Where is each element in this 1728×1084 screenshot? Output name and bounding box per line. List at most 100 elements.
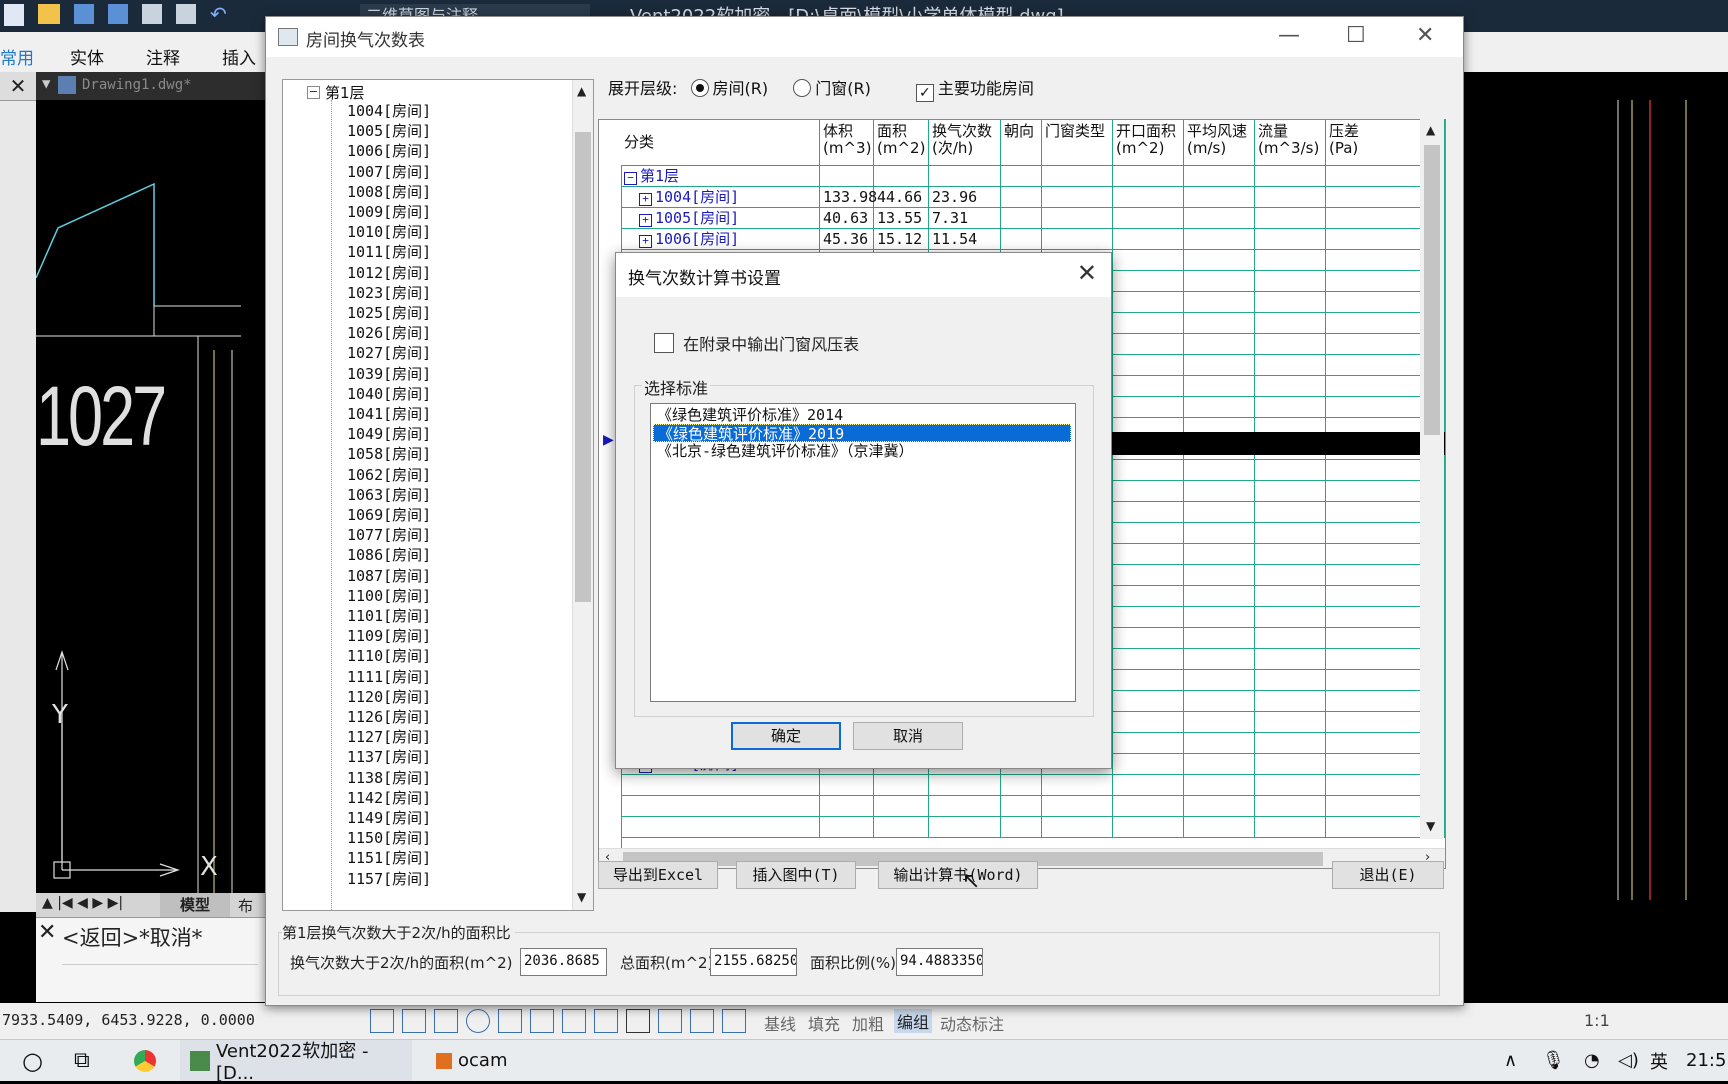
value-cell[interactable]	[1184, 271, 1255, 292]
value-cell[interactable]	[1184, 292, 1255, 313]
tree-node[interactable]: 1142[房间]	[347, 787, 431, 808]
tree-node[interactable]: 1101[房间]	[347, 605, 431, 626]
ime-indicator[interactable]: 英	[1650, 1040, 1668, 1081]
tree-node[interactable]: 1011[房间]	[347, 241, 431, 262]
export-excel-button[interactable]: 导出到Excel	[598, 861, 718, 889]
dyn-toggle-icon[interactable]	[594, 1009, 618, 1033]
microphone-icon[interactable]: 🎙	[1542, 1040, 1565, 1081]
tree-node[interactable]: 1109[房间]	[347, 625, 431, 646]
value-cell[interactable]: 11.54	[929, 229, 1001, 250]
room-tree[interactable]: − 第1层 1004[房间] 1005[房间] 1006[房间] 1007[房间] 10…	[282, 79, 594, 911]
value-cell[interactable]	[1184, 502, 1255, 523]
value-cell[interactable]: 40.63	[820, 208, 874, 229]
column-header[interactable]: 流量 (m^3/s)	[1255, 120, 1326, 166]
tree-node[interactable]: 1063[房间]	[347, 484, 431, 505]
value-cell[interactable]	[1184, 523, 1255, 544]
tree-node[interactable]: 1040[房间]	[347, 383, 431, 404]
value-cell[interactable]	[1113, 586, 1184, 607]
value-cell[interactable]	[1255, 670, 1326, 691]
exit-button[interactable]: 退出(E)	[1332, 861, 1444, 889]
value-cell[interactable]	[1113, 166, 1184, 187]
tree-node[interactable]: 1012[房间]	[347, 262, 431, 283]
task-view-icon[interactable]: ⧉	[74, 1040, 90, 1081]
tree-node[interactable]: 1151[房间]	[347, 847, 431, 868]
tree-node[interactable]: 1039[房间]	[347, 363, 431, 384]
value-cell[interactable]	[1255, 334, 1326, 355]
tree-node[interactable]: 1150[房间]	[347, 827, 431, 848]
value-cell[interactable]	[1184, 670, 1255, 691]
value-cell[interactable]	[1001, 229, 1042, 250]
otrack-toggle-icon[interactable]	[530, 1009, 554, 1033]
room-link[interactable]: 1004[房间]	[655, 188, 739, 206]
tree-node[interactable]: 1062[房间]	[347, 464, 431, 485]
snap-toggle-icon[interactable]	[402, 1009, 426, 1033]
tree-node[interactable]: 1138[房间]	[347, 767, 431, 788]
value-cell[interactable]	[1113, 565, 1184, 586]
tree-node[interactable]: 1008[房间]	[347, 181, 431, 202]
radio-room-indicator[interactable]	[690, 79, 709, 97]
tree-node[interactable]: 1005[房间]	[347, 120, 431, 141]
taskbar-ocam-app[interactable]: ocam	[430, 1040, 507, 1081]
tree-node[interactable]: 1010[房间]	[347, 221, 431, 242]
tree-scrollbar[interactable]: ▲ ▼	[572, 80, 593, 910]
value-cell[interactable]	[1184, 376, 1255, 397]
save-as-icon[interactable]	[108, 4, 128, 24]
value-cell[interactable]	[1001, 208, 1042, 229]
column-header[interactable]: 体积 (m^3)	[820, 120, 874, 166]
column-header[interactable]: 门窗类型	[1042, 120, 1113, 166]
status-group[interactable]: 编组	[894, 1009, 933, 1033]
value-cell[interactable]	[1184, 817, 1255, 838]
value-cell[interactable]	[1113, 754, 1184, 775]
value-cell[interactable]	[1184, 229, 1255, 250]
value-cell[interactable]	[1113, 649, 1184, 670]
column-header[interactable]: 朝向	[1001, 120, 1042, 166]
value-cell[interactable]	[1113, 670, 1184, 691]
tree-node[interactable]: 1023[房间]	[347, 282, 431, 303]
value-cell[interactable]	[1001, 796, 1042, 817]
category-cell[interactable]: +1006[房间]	[621, 229, 820, 250]
tree-node[interactable]: 1087[房间]	[347, 565, 431, 586]
tree-node[interactable]: 1041[房间]	[347, 403, 431, 424]
tree-node[interactable]: 1026[房间]	[347, 322, 431, 343]
value-cell[interactable]	[1001, 187, 1042, 208]
polar-toggle-icon[interactable]	[466, 1009, 490, 1033]
tree-node[interactable]: 1007[房间]	[347, 161, 431, 182]
tree-node[interactable]: 1110[房间]	[347, 645, 431, 666]
appendix-checkbox[interactable]: 在附录中输出门窗风压表	[654, 331, 859, 355]
value-cell[interactable]	[1184, 691, 1255, 712]
volume-icon[interactable]: ◁)	[1618, 1040, 1639, 1081]
chrome-icon[interactable]	[134, 1040, 156, 1081]
value-cell[interactable]	[1184, 313, 1255, 334]
value-cell[interactable]	[1184, 208, 1255, 229]
value-cell[interactable]	[1255, 355, 1326, 376]
value-cell[interactable]	[1113, 187, 1184, 208]
value-cell[interactable]	[1255, 775, 1326, 796]
row-expand-icon[interactable]: +	[639, 193, 652, 206]
value-cell[interactable]	[1255, 733, 1326, 754]
tree-node[interactable]: 1004[房间]	[347, 100, 431, 121]
standard-option-2019[interactable]: 《绿色建筑评价标准》2019	[653, 424, 1071, 443]
value-cell[interactable]	[1184, 334, 1255, 355]
column-header[interactable]: 分类	[621, 120, 820, 166]
value-cell[interactable]	[1113, 397, 1184, 418]
value-cell[interactable]	[1184, 355, 1255, 376]
value-cell[interactable]	[1113, 376, 1184, 397]
standard-option-2014[interactable]: 《绿色建筑评价标准》2014	[653, 406, 1071, 424]
output-word-button[interactable]: 输出计算书(Word)	[878, 861, 1038, 889]
column-header[interactable]: 换气次数 (次/h)	[929, 120, 1001, 166]
annotation-monitor-icon[interactable]	[722, 1009, 746, 1033]
save-icon[interactable]	[74, 4, 94, 24]
value-cell[interactable]	[874, 775, 929, 796]
cancel-button[interactable]: 取消	[853, 722, 963, 750]
value-cell[interactable]	[929, 166, 1001, 187]
status-baseline[interactable]: 基线	[764, 1011, 796, 1035]
modal-close-icon[interactable]: ✕	[1077, 259, 1097, 287]
value-cell[interactable]	[1255, 754, 1326, 775]
selection-cycle-icon[interactable]	[690, 1009, 714, 1033]
value-cell[interactable]	[1113, 208, 1184, 229]
value-cell[interactable]: 13.55	[874, 208, 929, 229]
value-cell[interactable]	[1184, 754, 1255, 775]
value-cell[interactable]	[1255, 796, 1326, 817]
preview-icon[interactable]	[176, 4, 196, 24]
tree-node[interactable]: 1069[房间]	[347, 504, 431, 525]
